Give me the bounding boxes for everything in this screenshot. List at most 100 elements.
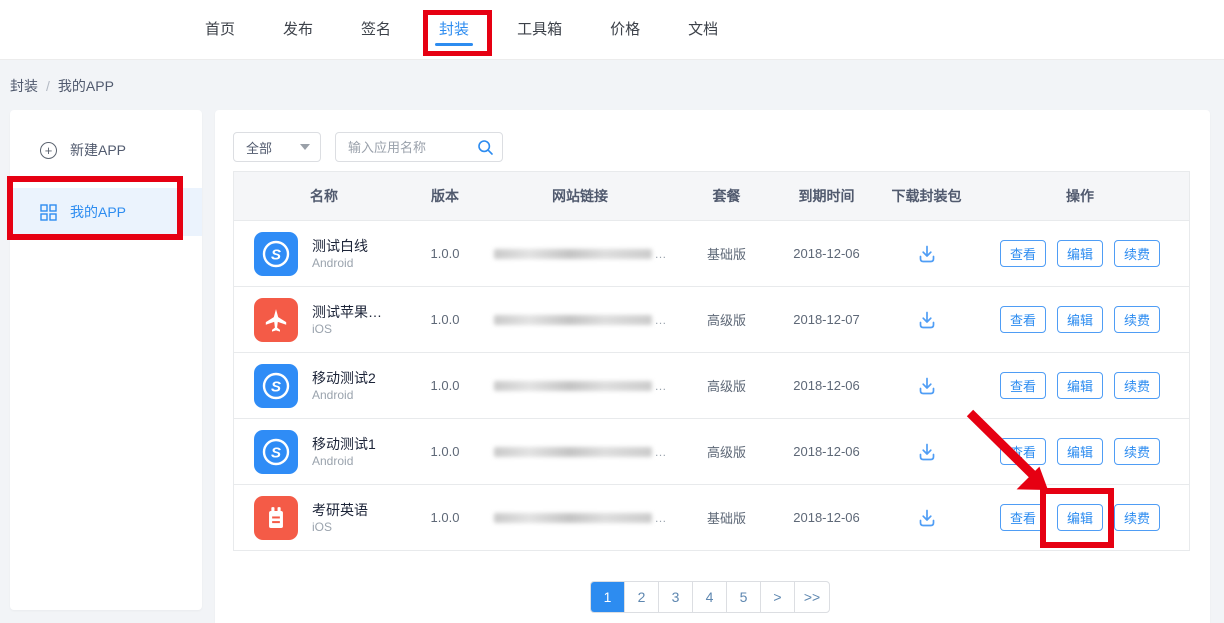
website-link-cell: … (476, 419, 684, 484)
grid-icon (40, 204, 57, 221)
top-navigation-bar: 首页 发布 签名 封装 工具箱 价格 文档 (0, 0, 1224, 60)
actions-cell: 查看 编辑 续费 (969, 419, 1191, 484)
actions-cell: 查看 编辑 续费 (969, 287, 1191, 352)
breadcrumb-section[interactable]: 封装 (10, 78, 38, 94)
app-expiry: 2018-12-06 (769, 353, 884, 418)
next-page-button[interactable]: > (761, 582, 795, 612)
view-button[interactable]: 查看 (1000, 438, 1046, 465)
app-package: 基础版 (684, 221, 769, 286)
nav-item-home[interactable]: 首页 (205, 0, 235, 59)
table-row: S 测试白线 Android 1.0.0 … 基础版 2018-12-06 查看… (234, 220, 1189, 286)
app-platform: iOS (312, 519, 368, 535)
nav-item-docs[interactable]: 文档 (688, 0, 718, 59)
edit-button[interactable]: 编辑 (1057, 372, 1103, 399)
app-name-cell: S 移动测试1 Android (234, 419, 414, 484)
pagination: 1 2 3 4 5 > >> (590, 581, 830, 613)
renew-button[interactable]: 续费 (1114, 504, 1160, 531)
svg-text:S: S (271, 378, 281, 395)
actions-cell: 查看 编辑 续费 (969, 221, 1191, 286)
view-button[interactable]: 查看 (1000, 372, 1046, 399)
search-input[interactable] (338, 140, 477, 155)
view-button[interactable]: 查看 (1000, 240, 1046, 267)
app-platform: Android (312, 387, 376, 403)
sidebar-item-new-app[interactable]: + 新建APP (10, 128, 202, 172)
breadcrumb-separator: / (46, 78, 50, 94)
app-name: 测试苹果… (312, 303, 382, 321)
filter-dropdown[interactable]: 全部 (233, 132, 321, 162)
edit-button[interactable]: 编辑 (1057, 438, 1103, 465)
link-ellipsis: … (655, 511, 667, 525)
svg-text:S: S (271, 246, 281, 263)
nav-item-package[interactable]: 封装 (439, 0, 469, 59)
app-version: 1.0.0 (414, 419, 476, 484)
view-button[interactable]: 查看 (1000, 504, 1046, 531)
download-icon[interactable] (916, 309, 938, 331)
nav-item-publish[interactable]: 发布 (283, 0, 313, 59)
page-button-1[interactable]: 1 (591, 582, 625, 612)
plus-circle-icon: + (40, 142, 57, 159)
app-package: 高级版 (684, 353, 769, 418)
app-package: 基础版 (684, 485, 769, 550)
app-version: 1.0.0 (414, 221, 476, 286)
edit-button[interactable]: 编辑 (1057, 240, 1103, 267)
download-icon[interactable] (916, 507, 938, 529)
page-button-5[interactable]: 5 (727, 582, 761, 612)
col-header-website: 网站链接 (476, 172, 684, 220)
jump-next-button[interactable]: >> (795, 582, 829, 612)
clipboard-icon (254, 496, 298, 540)
blurred-link (494, 381, 652, 391)
app-expiry: 2018-12-06 (769, 485, 884, 550)
download-icon[interactable] (916, 441, 938, 463)
blurred-link (494, 315, 652, 325)
website-link-cell: … (476, 221, 684, 286)
actions-cell: 查看 编辑 续费 (969, 353, 1191, 418)
renew-button[interactable]: 续费 (1114, 372, 1160, 399)
nav-item-price[interactable]: 价格 (610, 0, 640, 59)
app-name: 移动测试1 (312, 435, 376, 453)
view-button[interactable]: 查看 (1000, 306, 1046, 333)
app-platform: Android (312, 255, 368, 271)
link-ellipsis: … (655, 313, 667, 327)
app-version: 1.0.0 (414, 485, 476, 550)
search-icon[interactable] (477, 139, 494, 156)
edit-button[interactable]: 编辑 (1057, 504, 1103, 531)
renew-button[interactable]: 续费 (1114, 306, 1160, 333)
app-name-cell: 测试苹果… iOS (234, 287, 414, 352)
breadcrumb: 封装 / 我的APP (10, 76, 114, 96)
app-platform: Android (312, 453, 376, 469)
sidebar-item-label: 我的APP (70, 202, 126, 222)
app-name: 移动测试2 (312, 369, 376, 387)
app-expiry: 2018-12-06 (769, 221, 884, 286)
page-button-3[interactable]: 3 (659, 582, 693, 612)
app-name: 测试白线 (312, 237, 368, 255)
app-table: 名称 版本 网站链接 套餐 到期时间 下载封装包 操作 S 测试白线 Andro… (233, 171, 1190, 551)
breadcrumb-current: 我的APP (58, 78, 114, 94)
download-icon[interactable] (916, 243, 938, 265)
col-header-name: 名称 (234, 172, 414, 220)
table-row: 考研英语 iOS 1.0.0 … 基础版 2018-12-06 查看 编辑 续费 (234, 484, 1189, 550)
app-version: 1.0.0 (414, 353, 476, 418)
airplane-icon (254, 298, 298, 342)
app-name-cell: S 移动测试2 Android (234, 353, 414, 418)
nav-item-toolbox[interactable]: 工具箱 (517, 0, 562, 59)
app-name: 考研英语 (312, 501, 368, 519)
filter-dropdown-value: 全部 (246, 138, 272, 157)
app-platform: iOS (312, 321, 382, 337)
download-icon[interactable] (916, 375, 938, 397)
svg-text:S: S (271, 444, 281, 461)
website-link-cell: … (476, 485, 684, 550)
sidebar-item-my-app[interactable]: 我的APP (10, 188, 202, 236)
edit-button[interactable]: 编辑 (1057, 306, 1103, 333)
main-nav: 首页 发布 签名 封装 工具箱 价格 文档 (205, 0, 718, 59)
nav-item-sign[interactable]: 签名 (361, 0, 391, 59)
link-ellipsis: … (655, 379, 667, 393)
page-button-4[interactable]: 4 (693, 582, 727, 612)
app-expiry: 2018-12-06 (769, 419, 884, 484)
renew-button[interactable]: 续费 (1114, 438, 1160, 465)
renew-button[interactable]: 续费 (1114, 240, 1160, 267)
page-button-2[interactable]: 2 (625, 582, 659, 612)
sidebar-item-label: 新建APP (70, 140, 126, 160)
blurred-link (494, 249, 652, 259)
s-logo-icon: S (254, 232, 298, 276)
col-header-actions: 操作 (969, 172, 1191, 220)
